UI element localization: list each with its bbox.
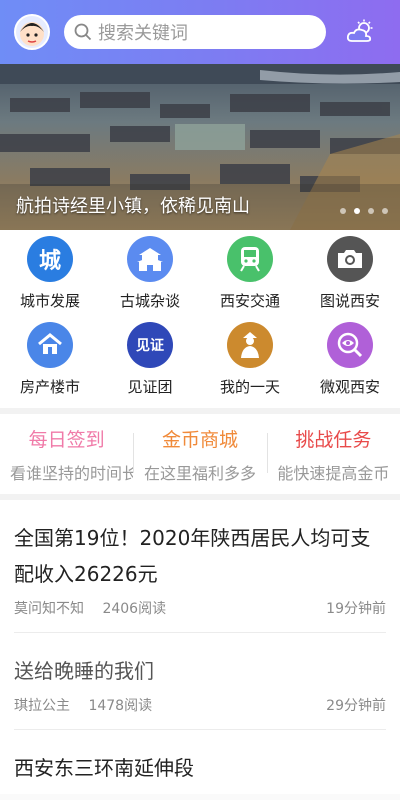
category-label: 房产楼市 [19, 378, 80, 396]
category-real-estate[interactable]: 房产楼市 [0, 322, 100, 408]
daily-checkin-card[interactable]: 每日签到 看谁坚持的时间长 [0, 425, 133, 484]
banner-caption: 航拍诗经里小镇，依稀见南山 [16, 196, 250, 217]
task-subtitle: 看谁坚持的时间长 [10, 463, 134, 483]
category-micro-xian[interactable]: 微观西安 [300, 322, 400, 408]
category-label: 我的一天 [219, 378, 280, 396]
category-city-development[interactable]: 城 城市发展 [0, 236, 100, 322]
house-icon [27, 322, 73, 368]
category-xian-traffic[interactable]: 西安交通 [200, 236, 300, 322]
camera-icon [327, 236, 373, 282]
article-list: 全国第19位！2020年陕西居民人均可支配收入26226元 莫问知不知 2406… [0, 500, 400, 800]
bottom-tabbar-edge [0, 794, 400, 800]
avatar-icon[interactable] [14, 14, 50, 50]
article-time: 19分钟前 [326, 601, 386, 617]
witness-badge-icon: 见证 [127, 322, 173, 368]
eye-magnifier-icon [327, 322, 373, 368]
article-author: 琪拉公主 [14, 698, 70, 714]
article-title: 送给晚睡的我们 [14, 659, 154, 683]
category-label: 图说西安 [319, 292, 380, 310]
article-author: 莫问知不知 [14, 601, 84, 617]
cloud-sun-icon[interactable] [344, 15, 378, 49]
category-my-day[interactable]: 我的一天 [200, 322, 300, 408]
coin-mall-card[interactable]: 金币商城 在这里福利多多 [133, 425, 266, 484]
train-icon [227, 236, 273, 282]
carousel-dot-active[interactable] [354, 208, 360, 214]
banner-carousel[interactable]: 航拍诗经里小镇，依稀见南山 [0, 64, 400, 230]
task-subtitle: 能快速提高金币 [277, 463, 390, 483]
category-label: 古城杂谈 [119, 292, 180, 310]
task-title: 每日签到 [28, 428, 105, 451]
article-reads: 1478阅读 [88, 698, 153, 714]
city-gate-icon [127, 236, 173, 282]
task-subtitle: 在这里福利多多 [143, 463, 256, 483]
category-label: 微观西安 [319, 378, 380, 396]
category-old-city-talk[interactable]: 古城杂谈 [100, 236, 200, 322]
carousel-dot[interactable] [368, 208, 374, 214]
carousel-dot[interactable] [382, 208, 388, 214]
task-title: 金币商城 [161, 428, 238, 451]
challenge-task-card[interactable]: 挑战任务 能快速提高金币 [266, 425, 400, 484]
category-picture-xian[interactable]: 图说西安 [300, 236, 400, 322]
category-label: 城市发展 [19, 292, 80, 310]
article-title: 全国第19位！2020年陕西居民人均可支配收入26226元 [14, 526, 371, 586]
article-reads: 2406阅读 [102, 601, 167, 617]
person-icon [227, 322, 273, 368]
list-item[interactable]: 全国第19位！2020年陕西居民人均可支配收入26226元 莫问知不知 2406… [14, 500, 386, 633]
top-header: 搜索关键词 [0, 0, 400, 64]
article-meta: 莫问知不知 2406阅读 19分钟前 [14, 598, 386, 618]
cheng-badge-icon: 城 [27, 236, 73, 282]
category-grid: 城 城市发展 古城杂谈 西安交通 图说西安 房产楼市 见证 见证团 我的一天 微… [0, 230, 400, 408]
carousel-dots [340, 208, 388, 214]
category-label: 见证团 [127, 378, 173, 396]
category-witness-group[interactable]: 见证 见证团 [100, 322, 200, 408]
search-input[interactable]: 搜索关键词 [64, 15, 326, 49]
list-item[interactable]: 西安东三环南延伸段 [14, 730, 386, 800]
article-meta: 琪拉公主 1478阅读 29分钟前 [14, 695, 386, 715]
article-title: 西安东三环南延伸段 [14, 756, 194, 780]
list-item[interactable]: 送给晚睡的我们 琪拉公主 1478阅读 29分钟前 [14, 633, 386, 730]
search-icon [74, 23, 92, 41]
task-title: 挑战任务 [295, 428, 372, 451]
search-placeholder: 搜索关键词 [98, 23, 188, 44]
carousel-dot[interactable] [340, 208, 346, 214]
task-row: 每日签到 看谁坚持的时间长 金币商城 在这里福利多多 挑战任务 能快速提高金币 [0, 414, 400, 494]
article-time: 29分钟前 [326, 698, 386, 714]
category-label: 西安交通 [219, 292, 280, 310]
